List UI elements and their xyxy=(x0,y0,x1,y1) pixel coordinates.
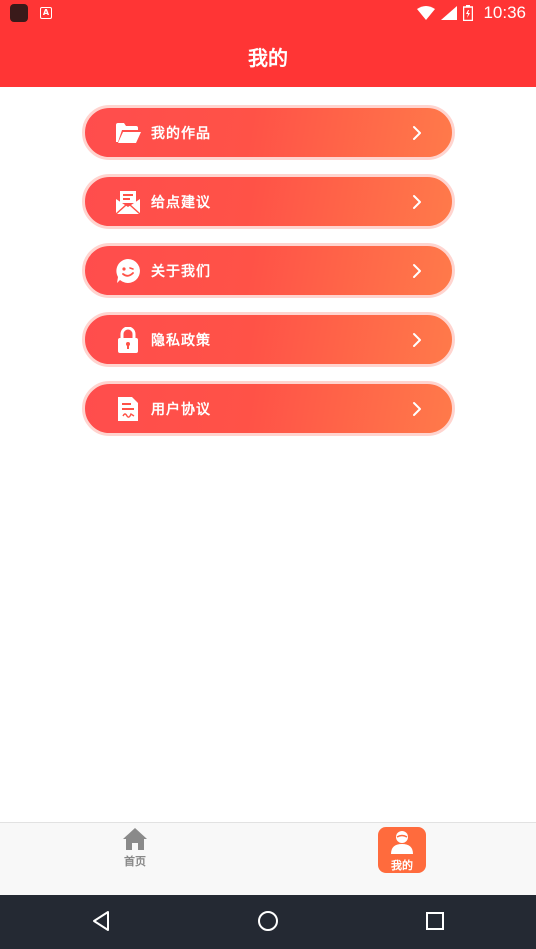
home-icon xyxy=(123,828,147,850)
smiley-chat-icon xyxy=(115,258,141,284)
tab-label: 首页 xyxy=(124,855,146,868)
status-bar: A 10:36 xyxy=(0,0,536,25)
back-icon[interactable] xyxy=(91,910,111,932)
recents-icon[interactable] xyxy=(425,910,445,932)
home-circle-icon[interactable] xyxy=(257,910,279,932)
status-right: 10:36 xyxy=(417,3,526,23)
tab-label: 我的 xyxy=(391,859,413,872)
menu-item-label: 关于我们 xyxy=(151,263,211,280)
document-icon xyxy=(115,396,141,422)
user-icon xyxy=(391,831,413,854)
menu-item-privacy-policy[interactable]: 隐私政策 xyxy=(82,312,455,367)
wifi-icon xyxy=(417,5,436,20)
envelope-icon xyxy=(115,189,141,215)
lock-icon xyxy=(115,326,141,353)
menu-item-label: 隐私政策 xyxy=(151,332,211,349)
menu-item-label: 用户协议 xyxy=(151,401,211,418)
tab-mine[interactable]: 我的 xyxy=(378,827,426,873)
menu-item-label: 我的作品 xyxy=(151,125,211,142)
chevron-right-icon xyxy=(413,401,421,416)
chevron-right-icon xyxy=(413,263,421,278)
system-nav-bar xyxy=(0,895,536,949)
status-left: A xyxy=(10,3,52,22)
app-header: 我的 xyxy=(0,25,536,87)
menu-item-about-us[interactable]: 关于我们 xyxy=(82,243,455,298)
menu-item-my-works[interactable]: 我的作品 xyxy=(82,105,455,160)
chevron-right-icon xyxy=(413,194,421,209)
page-title: 我的 xyxy=(248,45,288,70)
signal-icon xyxy=(441,5,458,20)
battery-icon xyxy=(463,4,474,21)
tab-bar: 首页 我的 xyxy=(0,822,536,895)
menu-item-user-agreement[interactable]: 用户协议 xyxy=(82,381,455,436)
menu-item-feedback[interactable]: 给点建议 xyxy=(82,174,455,229)
folder-icon xyxy=(115,120,141,146)
menu-item-label: 给点建议 xyxy=(151,194,211,211)
tab-home[interactable]: 首页 xyxy=(111,827,159,873)
status-time: 10:36 xyxy=(483,2,526,22)
app-notification-icon xyxy=(10,3,28,22)
chevron-right-icon xyxy=(413,332,421,347)
a-notification-icon: A xyxy=(40,6,52,19)
chevron-right-icon xyxy=(413,125,421,140)
menu-list: 我的作品 给点建议 关于我们 隐私政策 用户协议 xyxy=(82,105,455,450)
